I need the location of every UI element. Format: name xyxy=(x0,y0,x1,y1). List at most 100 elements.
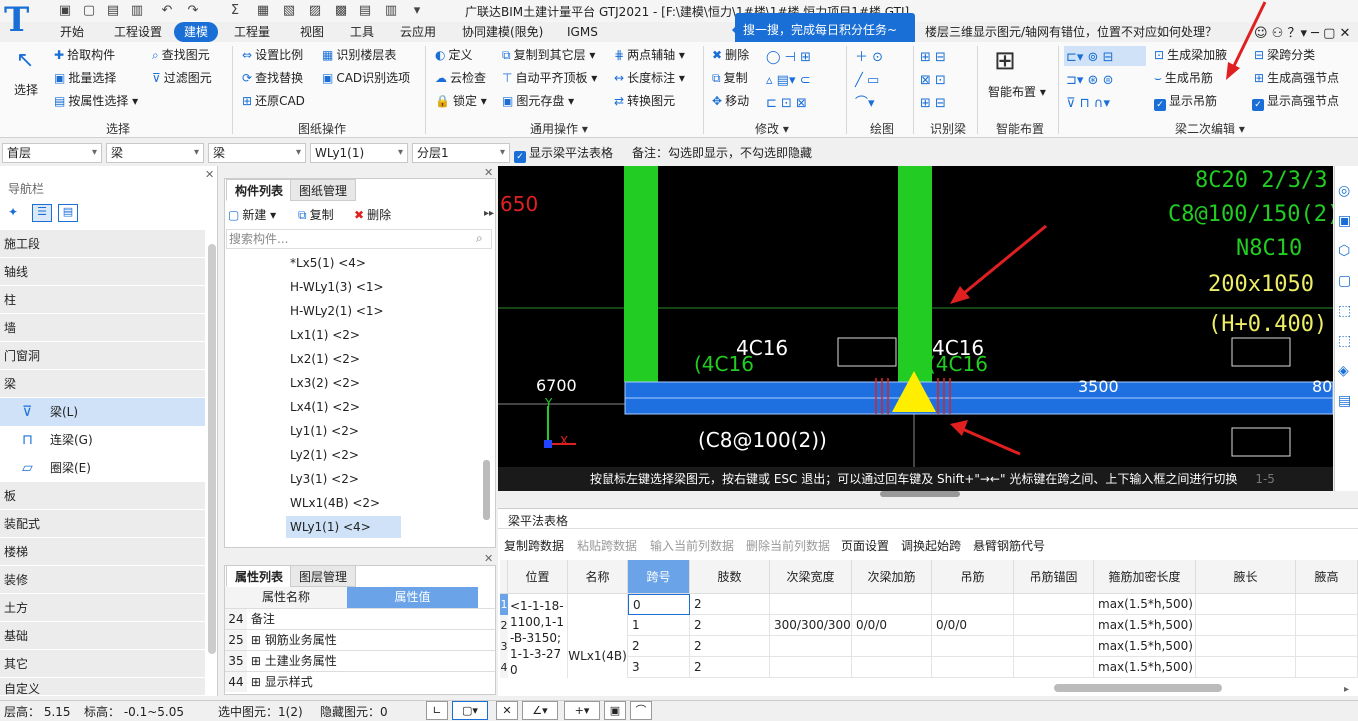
nav-detail-icon[interactable]: ▤ xyxy=(58,204,78,222)
prop-row[interactable]: 24 备注 xyxy=(225,608,495,629)
table-h-scrollbar[interactable] xyxy=(1054,684,1222,692)
arc-icon[interactable]: ⌒ xyxy=(630,701,652,720)
view-tool-icons[interactable]: ◎ ▣ ⬡ ▢ ⬚ ⬚ ◈ ▤ xyxy=(1338,176,1358,416)
table-cell[interactable]: 0/0/0 xyxy=(852,615,932,636)
save-as-icon[interactable]: ▥ xyxy=(128,2,146,20)
define-button[interactable]: ◐ 定义 xyxy=(435,45,473,65)
calc-icon[interactable]: ▦ xyxy=(254,2,272,20)
table-cell[interactable]: 2 xyxy=(690,615,770,636)
cell-position[interactable]: <1-1-18-1100,1-1-B-3150;1-1-3-270 xyxy=(508,594,568,678)
copy-button[interactable]: ⧉ 复制 xyxy=(712,68,748,88)
col-header[interactable]: 吊筋锚固 xyxy=(1014,560,1094,594)
table-cell[interactable]: 3 xyxy=(628,657,690,678)
col-header[interactable]: 箍筋加密长度 xyxy=(1094,560,1196,594)
copy-component-button[interactable]: ⧉ 复制 xyxy=(298,205,334,225)
input-column-button[interactable]: 输入当前列数据 xyxy=(650,536,734,556)
nav-item-foundation[interactable]: 基础 xyxy=(0,622,205,650)
layer-icon[interactable]: ▣ xyxy=(604,701,626,720)
table-cell[interactable] xyxy=(932,657,1014,678)
nav-item-construction-section[interactable]: 施工段 xyxy=(0,230,205,258)
table-cell[interactable]: max(1.5*h,500) xyxy=(1094,594,1196,615)
nav-item-column[interactable]: 柱 xyxy=(0,286,205,314)
floor-select[interactable]: 首层 xyxy=(2,143,102,163)
table-cell[interactable] xyxy=(1196,594,1296,615)
table-cell[interactable] xyxy=(1296,594,1358,615)
copy-to-floor-button[interactable]: ⧉ 复制到其它层 ▾ xyxy=(502,45,595,65)
show-hs-node-checkbox[interactable]: ✓ 显示高强节点 xyxy=(1252,91,1339,111)
angle-icon[interactable]: ∠▾ xyxy=(522,701,558,720)
save-element-button[interactable]: ▣ 图元存盘 ▾ xyxy=(502,91,574,111)
find-element-button[interactable]: ⌕ 查找图元 xyxy=(152,45,210,65)
nav-item-stairs[interactable]: 楼梯 xyxy=(0,538,205,566)
table-cell[interactable] xyxy=(1014,594,1094,615)
table-cell[interactable]: 1 xyxy=(628,615,690,636)
nav-item-earthwork[interactable]: 土方 xyxy=(0,594,205,622)
redo-icon[interactable]: ↷ xyxy=(184,2,202,20)
copy-span-button[interactable]: 复制跨数据 xyxy=(504,536,564,556)
table-splitter[interactable] xyxy=(498,498,1358,508)
table-cell[interactable]: max(1.5*h,500) xyxy=(1094,636,1196,657)
props-close-icon[interactable]: ✕ xyxy=(484,552,493,565)
cantilever-code-button[interactable]: 悬臂钢筋代号 xyxy=(973,536,1045,556)
table-cell[interactable] xyxy=(1014,657,1094,678)
menu-view[interactable]: 视图 xyxy=(300,22,324,42)
new-file-icon[interactable]: ▢ xyxy=(80,2,98,20)
nav-item-custom[interactable]: 自定义 xyxy=(0,678,205,696)
canvas-splitter[interactable] xyxy=(880,491,960,497)
two-point-axis-button[interactable]: ⋕ 两点辅轴 ▾ xyxy=(614,45,685,65)
menu-cloud[interactable]: 云应用 xyxy=(400,22,436,42)
table-cell[interactable]: 300/300/300 xyxy=(770,615,852,636)
nav-item-prefab[interactable]: 装配式 xyxy=(0,510,205,538)
list-item[interactable]: Ly2(1) <2> xyxy=(286,444,363,466)
tab-drawing-manage[interactable]: 图纸管理 xyxy=(290,179,357,201)
move-button[interactable]: ✥ 移动 xyxy=(712,91,749,111)
col-header[interactable]: 名称 xyxy=(568,560,628,594)
table-cell[interactable]: 0/0/0 xyxy=(932,615,1014,636)
menu-quantity[interactable]: 工程量 xyxy=(234,22,270,42)
report-icon[interactable]: ▨ xyxy=(306,2,324,20)
menu-collab[interactable]: 协同建模(限免) xyxy=(462,22,543,42)
col-header[interactable]: 腋长 xyxy=(1196,560,1296,594)
help-question[interactable]: 楼层三维显示图元/轴网有错位，位置不对应如何处理？ xyxy=(925,23,1217,40)
prop-row[interactable]: 44 ⊞ 显示样式 xyxy=(225,671,495,692)
menu-project-settings[interactable]: 工程设置 xyxy=(114,22,162,42)
table-cell[interactable]: 2 xyxy=(690,636,770,657)
col-header[interactable]: 肢数 xyxy=(690,560,770,594)
table-cell[interactable]: 0 xyxy=(628,594,690,615)
nav-pin-icon[interactable]: ✦ xyxy=(8,205,18,219)
offset-icon[interactable]: +▾ xyxy=(564,701,600,720)
cloud-check-button[interactable]: ☁ 云检查 xyxy=(435,68,486,88)
nav-item-slab[interactable]: 板 xyxy=(0,482,205,510)
sum-icon[interactable]: Σ xyxy=(226,2,244,20)
pick-component-button[interactable]: ✚ 拾取构件 xyxy=(54,45,115,65)
beam-edit-icons[interactable]: ⊏▾ ⊚ ⊟ ⊐▾ ⊛ ⊜ ⊽ ⊓ ∩▾ xyxy=(1066,46,1146,115)
prop-row[interactable]: 35 ⊞ 土建业务属性 xyxy=(225,650,495,671)
more-icon[interactable]: ▾ xyxy=(408,2,426,20)
table-cell[interactable]: max(1.5*h,500) xyxy=(1094,657,1196,678)
list-item[interactable]: H-WLy1(3) <1> xyxy=(286,276,388,298)
lock-button[interactable]: 🔒 锁定 ▾ xyxy=(435,91,487,111)
list-item[interactable]: Lx4(1) <2> xyxy=(286,396,364,418)
snap-box-icon[interactable]: ▢▾ xyxy=(452,701,488,720)
filter-element-button[interactable]: ⊽ 过滤图元 xyxy=(152,68,212,88)
rebar-icon[interactable]: ▤ xyxy=(356,2,374,20)
search-icon[interactable]: ⌕ xyxy=(476,231,483,246)
component-select[interactable]: WLy1(1) xyxy=(310,143,408,163)
table-cell[interactable] xyxy=(1196,615,1296,636)
find-replace-button[interactable]: ⟳ 查找替换 xyxy=(242,68,303,88)
batch-select-button[interactable]: ▣ 批量选择 xyxy=(54,68,116,88)
table-cell[interactable] xyxy=(852,636,932,657)
list-item[interactable]: Lx1(1) <2> xyxy=(286,324,364,346)
swap-start-span-button[interactable]: 调换起始跨 xyxy=(901,536,961,556)
complist-scrollbar[interactable] xyxy=(483,460,490,520)
delete-column-button[interactable]: 删除当前列数据 xyxy=(746,536,830,556)
list-item[interactable]: Ly1(1) <2> xyxy=(286,420,363,442)
tab-component-list[interactable]: 构件列表 xyxy=(226,179,293,201)
select-by-attr-button[interactable]: ▤ 按属性选择 ▾ xyxy=(54,91,138,111)
grid-icon[interactable]: ▩ xyxy=(332,2,350,20)
restore-cad-button[interactable]: ⊞ 还原CAD xyxy=(242,91,305,111)
table-cell[interactable] xyxy=(1014,615,1094,636)
table-cell[interactable] xyxy=(852,657,932,678)
show-beam-table-checkbox[interactable]: ✓ 显示梁平法表格 xyxy=(514,143,613,163)
select-cursor-icon[interactable]: ↖ xyxy=(16,48,34,73)
